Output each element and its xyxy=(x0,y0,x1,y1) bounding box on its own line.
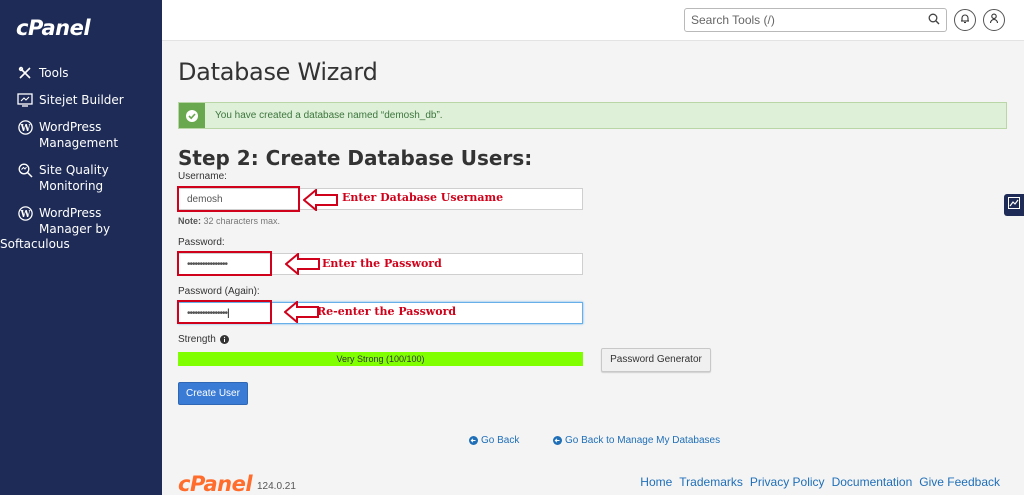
highlight-box xyxy=(177,251,272,276)
success-alert: You have created a database named “demos… xyxy=(178,102,1007,129)
check-circle-icon xyxy=(179,103,205,128)
arrow-left-circle-icon xyxy=(469,436,478,445)
footer-link-privacy[interactable]: Privacy Policy xyxy=(750,475,825,489)
sidebar-item-label: Tools xyxy=(39,66,69,80)
sidebar-item-wordpress-management[interactable]: W WordPress Management xyxy=(16,120,118,151)
search-placeholder: Search Tools (/) xyxy=(691,13,775,27)
alert-message: You have created a database named “demos… xyxy=(215,110,443,121)
left-arrow-icon xyxy=(303,189,338,211)
sidebar-item-label-line2: Manager by xyxy=(39,222,111,236)
highlight-box xyxy=(177,186,300,212)
footer-link-feedback[interactable]: Give Feedback xyxy=(919,475,1000,489)
sidebar-item-site-quality[interactable]: Site Quality Monitoring xyxy=(16,163,109,194)
step-title: Step 2: Create Database Users: xyxy=(178,146,533,170)
strength-meter: Very Strong (100/100) xyxy=(178,352,583,366)
sitejet-icon xyxy=(16,93,34,109)
sidebar: cPanel Tools Sitejet Builder W WordPress… xyxy=(0,0,162,495)
search-input[interactable]: Search Tools (/) xyxy=(684,8,947,32)
sidebar-item-label: Site Quality xyxy=(39,163,109,177)
footer-links: Home Trademarks Privacy Policy Documenta… xyxy=(640,475,1000,489)
main-content: Database Wizard You have created a datab… xyxy=(162,41,1024,495)
go-back-manage-link[interactable]: Go Back to Manage My Databases xyxy=(553,435,720,446)
search-icon[interactable] xyxy=(928,13,940,28)
wordpress-icon: W xyxy=(16,206,34,222)
wordpress-icon: W xyxy=(16,120,34,136)
page-title: Database Wizard xyxy=(178,58,378,86)
strength-text: Very Strong (100/100) xyxy=(336,354,425,364)
bell-icon xyxy=(960,11,970,29)
tools-icon xyxy=(16,66,34,82)
strength-label-text: Strength xyxy=(178,334,216,345)
go-back-link[interactable]: Go Back xyxy=(469,435,519,446)
sidebar-item-label: WordPress xyxy=(39,206,102,220)
footer-logo[interactable]: cPanel xyxy=(178,472,253,495)
stats-panel-toggle[interactable] xyxy=(1004,194,1024,216)
annotation-password: Enter the Password xyxy=(322,257,442,270)
note-label: Note: xyxy=(178,216,201,226)
footer-link-home[interactable]: Home xyxy=(640,475,672,489)
sidebar-item-label-line2: Management xyxy=(39,136,119,150)
version-text: 124.0.21 xyxy=(257,481,296,492)
sidebar-item-tools[interactable]: Tools xyxy=(16,66,69,82)
username-note: Note: 32 characters max. xyxy=(178,216,280,226)
footer-link-documentation[interactable]: Documentation xyxy=(832,475,913,489)
cpanel-logo[interactable]: cPanel xyxy=(16,16,91,40)
user-icon xyxy=(989,11,999,29)
go-back-manage-text: Go Back to Manage My Databases xyxy=(565,435,721,446)
left-arrow-icon xyxy=(285,253,320,275)
sidebar-item-label: Sitejet Builder xyxy=(39,93,124,107)
sidebar-item-wordpress-manager[interactable]: W WordPress Manager by Softaculous xyxy=(0,206,111,252)
svg-text:W: W xyxy=(19,124,31,134)
annotation-password-again: Re-enter the Password xyxy=(317,305,457,318)
create-user-button[interactable]: Create User xyxy=(178,382,248,405)
left-arrow-icon xyxy=(284,301,319,323)
username-label: Username: xyxy=(178,171,227,182)
svg-text:W: W xyxy=(19,210,31,220)
note-text: 32 characters max. xyxy=(201,216,281,226)
strength-label: Strength xyxy=(178,334,229,345)
password-label: Password: xyxy=(178,237,225,248)
password-generator-button[interactable]: Password Generator xyxy=(601,348,711,372)
info-icon[interactable] xyxy=(219,335,229,344)
highlight-box xyxy=(177,300,272,324)
site-quality-icon xyxy=(16,163,34,179)
arrow-left-circle-icon xyxy=(553,436,562,445)
sidebar-item-label: WordPress xyxy=(39,120,102,134)
chart-icon xyxy=(1008,196,1020,214)
sidebar-item-label-line2: Monitoring xyxy=(39,179,104,193)
notifications-button[interactable] xyxy=(954,9,976,31)
password-again-label: Password (Again): xyxy=(178,286,260,297)
user-menu-button[interactable] xyxy=(983,9,1005,31)
footer-link-trademarks[interactable]: Trademarks xyxy=(679,475,743,489)
sidebar-item-label-line3: Softaculous xyxy=(0,237,70,251)
top-header: Search Tools (/) xyxy=(162,0,1024,41)
go-back-text: Go Back xyxy=(481,435,520,446)
annotation-username: Enter Database Username xyxy=(342,191,504,204)
sidebar-item-sitejet[interactable]: Sitejet Builder xyxy=(16,93,124,109)
